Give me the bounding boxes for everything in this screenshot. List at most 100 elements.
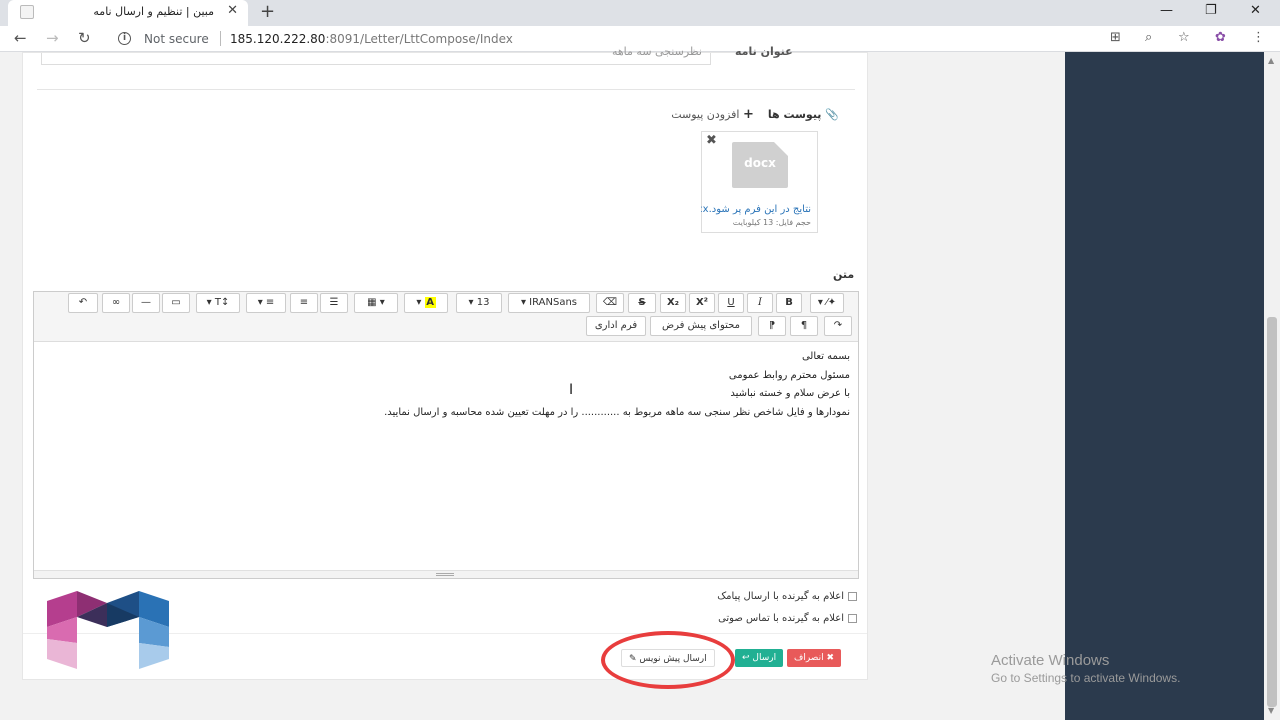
extension-icon[interactable]: ✿ xyxy=(1215,30,1226,45)
notify-sms-checkbox[interactable]: اعلام به گیرنده با ارسال پیامک xyxy=(717,591,857,602)
attachments-label: 📎 پیوست ها xyxy=(768,108,839,121)
zoom-icon[interactable]: ⌕ xyxy=(1145,30,1152,45)
editor-toolbar: ▾ ⁄✦ B I U X² X₂ S ⌫ ▾ IRANSans ▾ 13 ▾ A… xyxy=(34,292,858,342)
translate-icon[interactable]: ⊞ xyxy=(1110,30,1121,45)
editor-line: بسمه تعالی xyxy=(801,351,850,362)
paperclip-icon: 📎 xyxy=(825,108,839,121)
page-favicon-icon xyxy=(20,5,34,19)
ltr-direction-icon[interactable]: ¶ xyxy=(790,316,818,336)
body-label: متن xyxy=(833,268,855,281)
highlight-color-button[interactable]: ▾ A xyxy=(404,293,448,313)
attachments-label-text: پیوست ها xyxy=(767,108,822,121)
italic-button[interactable]: I xyxy=(747,293,773,313)
admin-form-button[interactable]: فرم اداری xyxy=(586,316,646,336)
url-path: :8091/Letter/LttCompose/Index xyxy=(325,32,513,46)
reload-icon[interactable]: ↻ xyxy=(78,29,91,47)
underline-button[interactable]: U xyxy=(718,293,744,313)
unordered-list-icon[interactable]: ☰ xyxy=(320,293,348,313)
undo-icon[interactable]: ↶ xyxy=(68,293,98,313)
editor-content[interactable]: بسمه تعالی مسئول محترم روابط عمومی با عر… xyxy=(50,348,850,422)
editor-line: با عرض سلام و خسته نباشید xyxy=(730,388,850,399)
font-size-select[interactable]: ▾ 13 xyxy=(456,293,502,313)
bold-button[interactable]: B xyxy=(776,293,802,313)
forward-arrow-icon[interactable]: → xyxy=(46,29,59,47)
image-icon[interactable]: ▭ xyxy=(162,293,190,313)
plus-icon: + xyxy=(742,107,754,122)
attachments-header: 📎 پیوست ها + افزودن پیوست xyxy=(671,107,839,122)
font-family-value: IRANSans xyxy=(529,297,578,308)
add-attachment-label: افزودن پیوست xyxy=(671,108,740,121)
browser-tab-bar: مبین | تنظیم و ارسال نامه ✕ + — ❐ ✕ xyxy=(0,0,1280,26)
highlight-circle xyxy=(601,631,735,689)
eraser-icon[interactable]: ⌫ xyxy=(596,293,624,313)
resize-grip-icon[interactable] xyxy=(436,573,454,576)
checkbox-box[interactable] xyxy=(848,614,857,623)
rtl-direction-icon[interactable]: ⁋ xyxy=(758,316,786,336)
table-insert-button[interactable]: ▦ ▾ xyxy=(354,293,398,313)
send-button[interactable]: ارسال ↩ xyxy=(735,649,784,667)
font-family-select[interactable]: ▾ IRANSans xyxy=(508,293,590,313)
back-arrow-icon[interactable]: ← xyxy=(14,29,27,47)
horizontal-rule-icon[interactable]: — xyxy=(132,293,160,313)
text-size-select[interactable]: ▾ T↕ xyxy=(196,293,240,313)
text-size-value: T↕ xyxy=(214,297,230,308)
close-tab-icon[interactable]: ✕ xyxy=(227,3,238,18)
link-icon[interactable]: ∞ xyxy=(102,293,130,313)
scroll-thumb[interactable] xyxy=(1267,317,1277,707)
remove-attachment-icon[interactable]: ✖ xyxy=(706,133,717,148)
attachment-name[interactable]: نتایج در این فرم پر شود.docx xyxy=(701,204,811,215)
checkbox-box[interactable] xyxy=(848,592,857,601)
subject-value: نظرسنجی سه ماهه xyxy=(611,45,702,58)
window-close-icon[interactable]: ✕ xyxy=(1250,3,1261,18)
new-tab-icon[interactable]: + xyxy=(260,1,275,22)
info-icon[interactable]: i xyxy=(118,32,131,45)
rich-text-editor: ▾ ⁄✦ B I U X² X₂ S ⌫ ▾ IRANSans ▾ 13 ▾ A… xyxy=(33,291,859,579)
side-panel xyxy=(1065,52,1264,720)
page-scrollbar[interactable]: ▲ ▼ xyxy=(1264,52,1280,720)
editor-line: مسئول محترم روابط عمومی xyxy=(728,369,850,381)
highlight-icon: A xyxy=(424,297,436,308)
subject-label: عنوان نامه xyxy=(735,45,793,58)
notify-sms-label: اعلام به گیرنده با ارسال پیامک xyxy=(717,591,844,602)
url-host: 185.120.222.80 xyxy=(230,32,326,46)
url-text[interactable]: 185.120.222.80:8091/Letter/LttCompose/In… xyxy=(230,32,513,46)
url-separator xyxy=(220,31,221,46)
windows-activation-watermark: Activate Windows Go to Settings to activ… xyxy=(991,652,1180,685)
ordered-list-icon[interactable]: ≡ xyxy=(290,293,318,313)
paragraph-align-select[interactable]: ▾ ≡ xyxy=(246,293,286,313)
bookmark-star-icon[interactable]: ☆ xyxy=(1178,30,1190,45)
editor-resize-bar[interactable] xyxy=(34,570,858,578)
restore-icon[interactable]: ❐ xyxy=(1205,3,1217,18)
strikethrough-button[interactable]: S xyxy=(628,293,656,313)
minimize-icon[interactable]: — xyxy=(1160,3,1173,18)
redo-icon[interactable]: ↷ xyxy=(824,316,852,336)
attachment-size: حجم فایل: 13 کیلوبایت xyxy=(732,218,811,227)
compose-form: نظرسنجی سه ماهه عنوان نامه 📎 پیوست ها + … xyxy=(22,45,868,689)
security-status[interactable]: Not secure xyxy=(144,32,209,46)
send-label: ارسال xyxy=(752,653,777,663)
text-cursor-icon: I xyxy=(569,382,574,398)
default-content-button[interactable]: محتوای پیش فرض xyxy=(650,316,752,336)
section-divider xyxy=(37,89,855,90)
tab-title: مبین | تنظیم و ارسال نامه xyxy=(93,5,214,18)
browser-tab[interactable]: مبین | تنظیم و ارسال نامه ✕ xyxy=(8,0,248,26)
cancel-button[interactable]: ✖ انصراف xyxy=(787,649,842,667)
browser-menu-icon[interactable]: ⋮ xyxy=(1252,30,1265,45)
scroll-down-icon[interactable]: ▼ xyxy=(1268,706,1274,715)
add-attachment-button[interactable]: + افزودن پیوست xyxy=(671,107,754,122)
editor-line: نمودارها و فایل شاخص نظر سنجی سه ماهه مر… xyxy=(384,406,850,418)
notify-call-label: اعلام به گیرنده با تماس صوتی xyxy=(718,613,844,624)
watermark-subtitle: Go to Settings to activate Windows. xyxy=(991,671,1181,685)
font-size-value: 13 xyxy=(476,297,490,308)
reply-arrow-icon: ↩ xyxy=(742,653,750,663)
app-logo xyxy=(47,591,169,669)
subscript-button[interactable]: X₂ xyxy=(660,293,686,313)
subject-field[interactable]: نظرسنجی سه ماهه xyxy=(41,45,711,65)
docx-file-icon: docx xyxy=(732,142,788,188)
scroll-up-icon[interactable]: ▲ xyxy=(1268,56,1274,65)
magic-format-button[interactable]: ▾ ⁄✦ xyxy=(810,293,844,313)
superscript-button[interactable]: X² xyxy=(689,293,715,313)
attachment-card[interactable]: ✖ docx نتایج در این فرم پر شود.docx حجم … xyxy=(701,131,818,233)
page-content: نظرسنجی سه ماهه عنوان نامه 📎 پیوست ها + … xyxy=(0,45,1280,720)
notify-call-checkbox[interactable]: اعلام به گیرنده با تماس صوتی xyxy=(718,613,857,624)
